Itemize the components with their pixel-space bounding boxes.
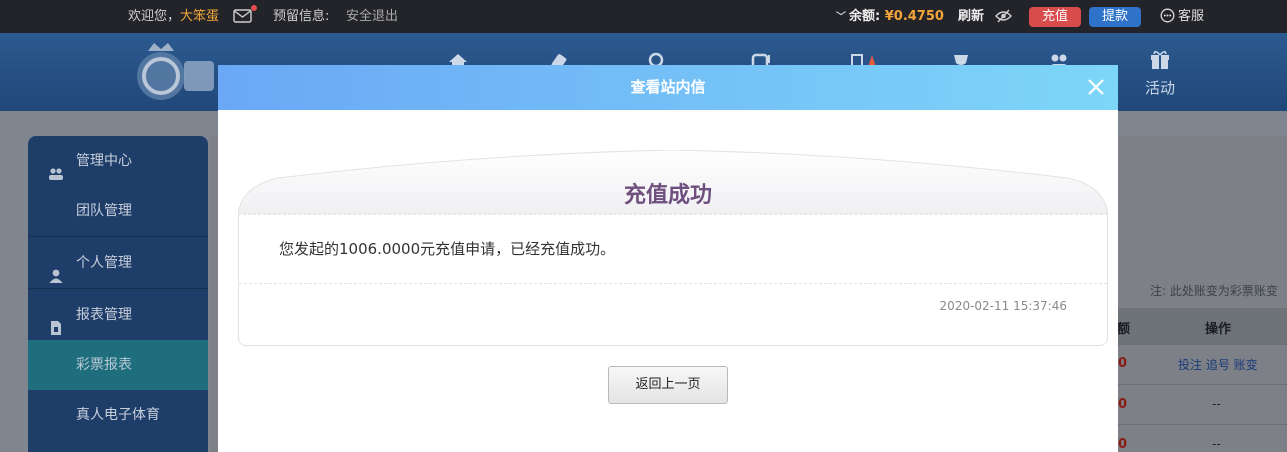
chat-icon (1160, 8, 1175, 23)
welcome-text: 欢迎您，大笨蛋 (128, 0, 219, 33)
sidebar-item-management-center[interactable]: 管理中心 (28, 136, 208, 186)
logout-link[interactable]: 安全退出 (346, 0, 398, 33)
sidebar-item-label: 真人电子体育 (76, 407, 160, 423)
sidebar-item-personal[interactable]: 个人管理 (28, 238, 208, 288)
divider (28, 236, 208, 237)
message-timestamp: 2020-02-11 15:37:46 (939, 299, 1067, 313)
activity-label: 活动 (1144, 79, 1175, 97)
balance-label: 余额: (849, 9, 881, 24)
sidebar-item-lottery-report[interactable]: 彩票报表 (28, 340, 208, 390)
sidebar-item-team-management[interactable]: 团队管理 (28, 186, 208, 236)
divider (28, 288, 208, 289)
users-icon (48, 153, 64, 180)
column-header-ops: 操作 (1205, 322, 1232, 337)
notification-dot (251, 5, 257, 11)
sidebar-item-label: 个人管理 (76, 255, 132, 271)
envelope-body (238, 214, 1108, 346)
sidebar-item-label: 团队管理 (76, 203, 132, 219)
sidebar: 管理中心 团队管理 个人管理 报表管理 彩票报表 真人电子体育 (28, 136, 208, 452)
account-note: 注: 此处账变为彩票账变 (1150, 284, 1278, 298)
message-title: 充值成功 (623, 183, 712, 208)
message-modal: 查看站内信 充值成功 您发起的1006.0000元充值申请，已经充值成功。 20… (218, 65, 1118, 452)
gift-icon (1151, 50, 1169, 69)
chevron-down-icon[interactable]: ﹀ (836, 12, 846, 23)
message-body: 您发起的1006.0000元充值申请，已经充值成功。 (279, 240, 616, 258)
modal-header: 查看站内信 (218, 65, 1118, 110)
customer-service-link[interactable]: 客服 (1160, 0, 1204, 33)
sidebar-item-live-sports[interactable]: 真人电子体育 (28, 390, 208, 440)
mail-icon[interactable] (233, 5, 257, 23)
back-button[interactable]: 返回上一页 (608, 366, 728, 404)
service-label: 客服 (1178, 9, 1205, 24)
sidebar-item-reports[interactable]: 报表管理 (28, 290, 208, 340)
top-bar: 欢迎您，大笨蛋 预留信息: 安全退出 ﹀ 余额: ¥0.4750 刷新 充值 提款… (0, 0, 1287, 33)
table-cell-ops: -- (1212, 397, 1221, 411)
table-cell-value: 0 (1118, 397, 1128, 412)
report-icon (48, 307, 64, 335)
sidebar-item-label: 报表管理 (76, 307, 132, 323)
divider (239, 283, 1107, 284)
table-cell-value: 0 (1118, 437, 1128, 452)
nav-activity[interactable]: 活动 (1140, 49, 1180, 98)
divider (1117, 424, 1287, 425)
user-icon (48, 255, 64, 283)
divider (1117, 344, 1287, 345)
modal-title: 查看站内信 (630, 78, 706, 96)
charge-button[interactable]: 充值 (1029, 7, 1081, 27)
withdraw-button[interactable]: 提款 (1089, 7, 1141, 27)
username[interactable]: 大笨蛋 (180, 9, 219, 24)
balance-amount: ¥0.4750 (884, 9, 944, 24)
balance: ﹀ 余额: ¥0.4750 (836, 0, 944, 34)
table-cell-ops: -- (1212, 437, 1221, 451)
table-header (1117, 308, 1287, 344)
sidebar-item-label: 彩票报表 (76, 357, 132, 373)
close-icon[interactable] (1086, 77, 1106, 97)
sidebar-item-label: 管理中心 (76, 153, 132, 169)
reserve-info-label: 预留信息: (273, 9, 330, 24)
table-cell-value: 0 (1118, 356, 1128, 371)
row-actions-links[interactable]: 投注 追号 账变 (1178, 356, 1258, 373)
divider (1117, 384, 1287, 385)
eye-hidden-icon[interactable] (995, 9, 1012, 23)
welcome-prefix: 欢迎您， (128, 9, 181, 24)
column-header-amount: 额 (1117, 322, 1131, 337)
refresh-link[interactable]: 刷新 (958, 0, 984, 33)
